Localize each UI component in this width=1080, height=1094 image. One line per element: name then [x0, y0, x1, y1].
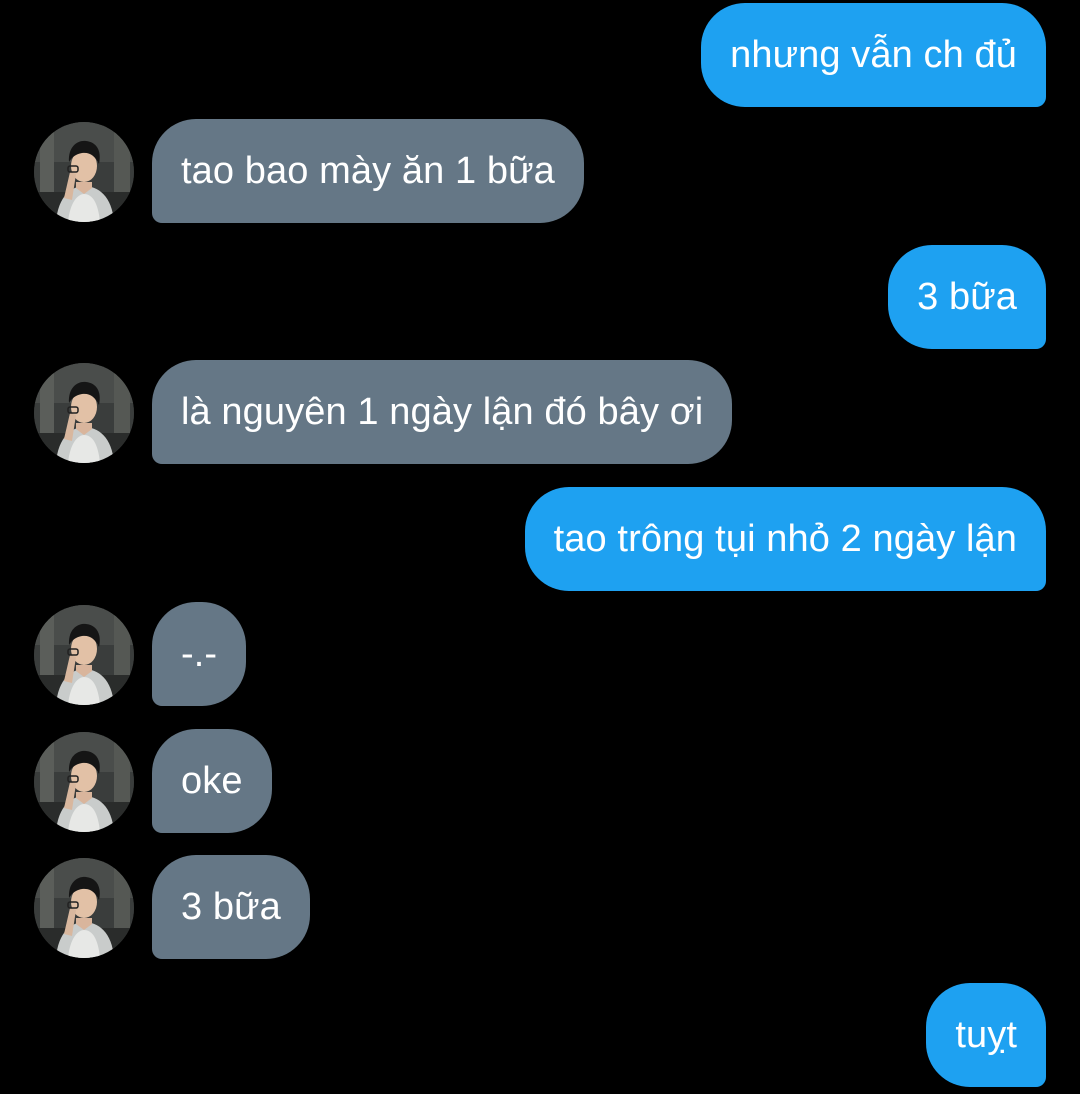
profile-photo-icon	[34, 858, 134, 958]
chat-thread: nhưng vẫn ch đủ tao bao mày ăn 1 bữa 3 b…	[0, 0, 1080, 1094]
message-text: nhưng vẫn ch đủ	[730, 33, 1017, 76]
outgoing-message-bubble[interactable]: nhưng vẫn ch đủ	[701, 3, 1046, 107]
incoming-message-bubble[interactable]: là nguyên 1 ngày lận đó bây ơi	[152, 360, 733, 464]
message-text: -.-	[181, 632, 218, 675]
incoming-message-bubble[interactable]: -.-	[152, 602, 247, 706]
avatar[interactable]	[34, 363, 134, 463]
outgoing-message-bubble[interactable]: tao trông tụi nhỏ 2 ngày lận	[524, 487, 1046, 591]
incoming-message-bubble[interactable]: 3 bữa	[152, 855, 310, 959]
message-text: tao trông tụi nhỏ 2 ngày lận	[553, 517, 1017, 560]
profile-photo-icon	[34, 363, 134, 463]
message-text: 3 bữa	[181, 885, 281, 928]
avatar[interactable]	[34, 858, 134, 958]
incoming-message-bubble[interactable]: tao bao mày ăn 1 bữa	[152, 119, 584, 223]
avatar[interactable]	[34, 122, 134, 222]
incoming-message-bubble[interactable]: oke	[152, 729, 272, 833]
profile-photo-icon	[34, 605, 134, 705]
profile-photo-icon	[34, 122, 134, 222]
avatar[interactable]	[34, 732, 134, 832]
avatar[interactable]	[34, 605, 134, 705]
message-text: oke	[181, 759, 243, 802]
outgoing-message-bubble[interactable]: tuỵt	[926, 983, 1046, 1087]
message-text: là nguyên 1 ngày lận đó bây ơi	[181, 390, 704, 433]
message-text: 3 bữa	[917, 275, 1017, 318]
outgoing-message-bubble[interactable]: 3 bữa	[888, 245, 1046, 349]
message-text: tuỵt	[955, 1013, 1017, 1056]
profile-photo-icon	[34, 732, 134, 832]
message-text: tao bao mày ăn 1 bữa	[181, 149, 555, 192]
